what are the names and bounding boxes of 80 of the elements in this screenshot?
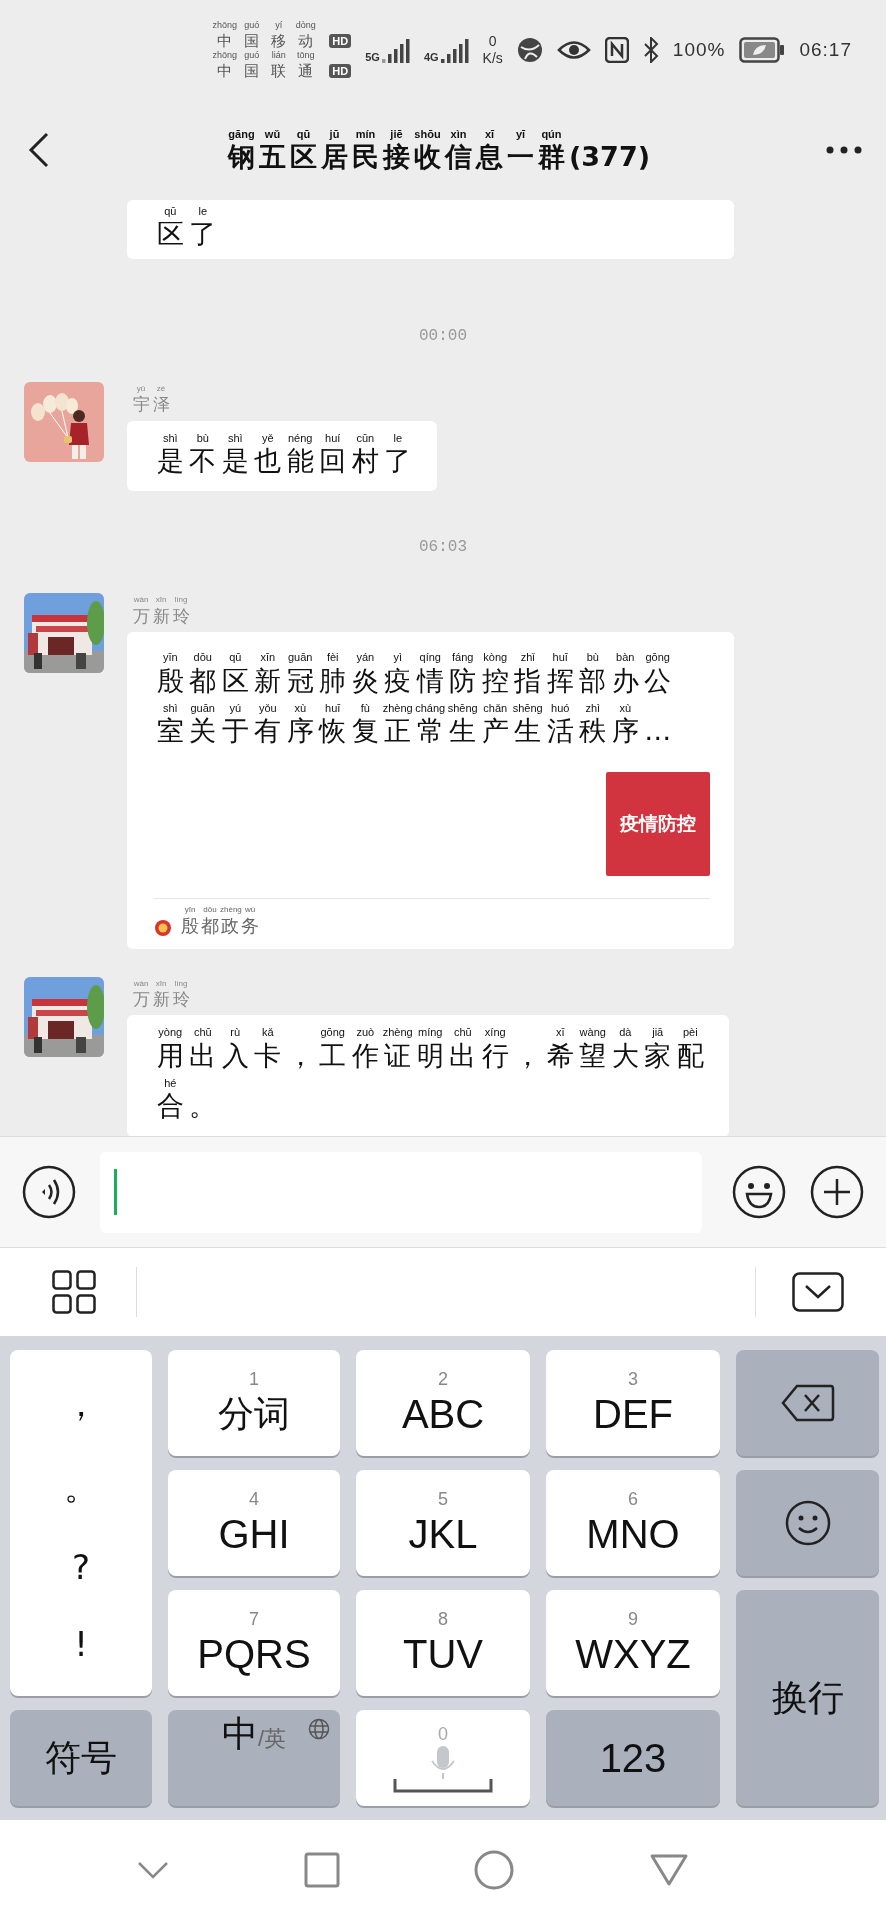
pinyin-text: shì bù shì yě néng huí cūn le	[161, 430, 404, 446]
microphone-icon	[430, 1745, 456, 1779]
symbols-key[interactable]: 符号	[10, 1710, 152, 1806]
emoji-key[interactable]	[736, 1470, 879, 1576]
keyboard-key[interactable]: 5 JKL	[356, 1470, 530, 1576]
pinyin-text: yīn dōu zhèng wù	[183, 904, 257, 915]
emblem-icon	[154, 918, 172, 937]
carrier-name: 中国移动	[216, 32, 326, 50]
pinyin-text: wàn xīn líng	[132, 595, 189, 606]
message-text: 区了	[155, 218, 222, 251]
smiley-icon	[784, 1500, 831, 1546]
network-label: 4G	[423, 51, 439, 63]
language-key[interactable]: 中/英	[168, 1710, 340, 1806]
eye-icon	[556, 39, 591, 61]
square-icon[interactable]	[303, 1852, 340, 1888]
battery-icon	[739, 37, 786, 63]
link-title: 室关于有序恢复正常生产生活秩序…	[155, 715, 677, 748]
punctuation-key[interactable]: !	[54, 1623, 108, 1664]
keyboard-key[interactable]: 3 DEF	[546, 1350, 720, 1456]
pinyin-text: shì guān yú yǒu xù huī fù zhèng cháng shēng chǎn shēng huó zhì xù	[161, 700, 633, 716]
pinyin-text: zhōng guó lián tōng	[211, 50, 316, 62]
punctuation-key[interactable]: ?	[51, 1547, 110, 1588]
enter-key[interactable]: 换行	[736, 1590, 879, 1806]
emoji-icon[interactable]	[732, 1165, 786, 1219]
pinyin-text: yǔ zé	[135, 384, 167, 395]
thumbnail-tile: 疫情防控	[606, 771, 710, 876]
voice-icon[interactable]	[22, 1165, 76, 1219]
collapse-icon[interactable]	[792, 1272, 844, 1312]
keyboard-key[interactable]: 4 GHI	[168, 1470, 340, 1576]
pinyin-text: hé	[163, 1076, 178, 1091]
pinyin-text: wàn xīn líng	[132, 978, 189, 989]
link-title: 殷都区新冠肺炎疫情防控指挥部办公	[155, 664, 677, 697]
pinyin-text: gāng wǔ qū jū mín jiē shōu xìn xī yī qún	[227, 126, 563, 141]
sender-name: 万新玲	[131, 605, 193, 627]
timestamp: 06:03	[418, 538, 468, 557]
keyboard-key[interactable]: 7 PQRS	[168, 1590, 340, 1696]
sender-name: 宇泽	[131, 394, 173, 415]
sender-name: 万新玲	[131, 989, 193, 1010]
signal-icon	[440, 37, 469, 63]
pinyin-text: qū le	[163, 204, 209, 219]
chat-title: 钢五区居民接收信息一群	[226, 140, 569, 174]
backspace-key[interactable]	[736, 1350, 879, 1456]
pinyin-text: yòng chū rù kǎ gōng zuò zhèng míng chū xíng xī wàng dà jiā pèi	[157, 1025, 699, 1040]
battery-percent: 100%	[672, 39, 726, 61]
backspace-icon	[780, 1384, 835, 1422]
source-name: 殷都政务	[180, 915, 261, 937]
more-icon[interactable]	[826, 146, 862, 154]
keyboard-key[interactable]: 2 ABC	[356, 1350, 530, 1456]
numbers-key[interactable]: 123	[546, 1710, 720, 1806]
keyboard-key[interactable]: 8 TUV	[356, 1590, 530, 1696]
message-text: 合。	[155, 1090, 222, 1123]
punctuation-key[interactable]: ，	[44, 1382, 118, 1429]
signal-icon	[381, 37, 410, 63]
keyboard-key[interactable]: 9 WXYZ	[546, 1590, 720, 1696]
nfc-icon	[604, 37, 629, 63]
pinyin-text: zhōng guó yí dòng	[211, 20, 317, 32]
bluetooth-icon	[642, 37, 659, 63]
hd-badge: HD	[329, 63, 352, 78]
message-text: 是不是也能回村了	[155, 445, 417, 478]
keyboard-key[interactable]: 1 分词	[168, 1350, 340, 1456]
network-speed: 0 K/s	[482, 33, 503, 67]
network-label: 5G	[365, 51, 380, 63]
hd-badge: HD	[329, 34, 352, 48]
back-icon[interactable]	[28, 132, 50, 168]
circle-icon[interactable]	[474, 1850, 515, 1890]
space-bar-icon	[393, 1779, 493, 1793]
grid-icon[interactable]	[52, 1270, 96, 1314]
carrier-name: 中国联通	[216, 61, 326, 80]
message-text: 用出入卡，工作证明出行，希望大家配	[155, 1039, 710, 1073]
clock-time: 06:17	[799, 39, 852, 61]
chevron-down-icon[interactable]	[137, 1860, 170, 1880]
pinyin-text: yīn dōu qū xīn guān fèi yán yì qíng fáng kòng zhǐ huī bù bàn gōng	[161, 650, 671, 665]
member-count: (377)	[568, 140, 650, 174]
link-card[interactable]: yīn dōu qū xīn guān fèi yán yì qíng fáng kòng zhǐ huī bù bàn gōng 殷都区新冠肺炎疫情防控指挥部办公 shì guān yú yǒu xù huī fù zhèng cháng shēng chǎn shēng huó zhì xù 室关于有序恢复正常生产生活秩序… 疫情防控 yīn dōu zhèng wù 殷都政务	[127, 632, 734, 949]
plus-icon[interactable]	[810, 1165, 864, 1219]
keyboard-key[interactable]: 6 MNO	[546, 1470, 720, 1576]
triangle-icon[interactable]	[648, 1853, 689, 1887]
punctuation-key[interactable]: 。	[44, 1464, 118, 1511]
message-input[interactable]	[100, 1151, 702, 1233]
timestamp: 00:00	[418, 327, 468, 345]
